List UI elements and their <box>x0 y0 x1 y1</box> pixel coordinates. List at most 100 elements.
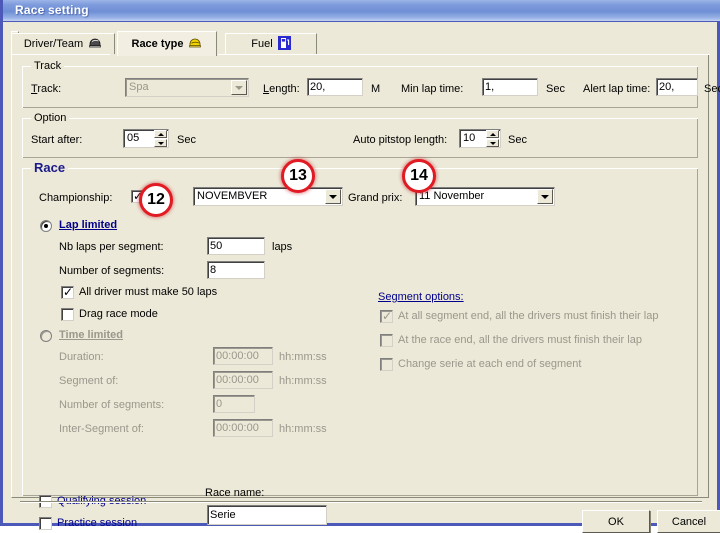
segment-of-input: 00:00:00 <box>213 371 273 389</box>
time-number-of-segments-input: 0 <box>213 395 255 413</box>
fuel-pump-icon <box>277 35 291 53</box>
nb-laps-per-segment-input[interactable]: 50 <box>207 237 265 255</box>
auto-pitstop-stepper[interactable]: 10 <box>459 129 501 148</box>
drag-race-mode-label: Drag race mode <box>79 308 158 320</box>
option-group-title: Option <box>31 112 70 124</box>
title-bar: Race setting <box>3 0 720 22</box>
duration-value: 00:00:00 <box>216 350 259 362</box>
alert-lap-time-input[interactable]: 20, <box>656 78 698 96</box>
spin-up-icon[interactable] <box>154 130 167 138</box>
segment-option-2-checkbox <box>380 358 393 371</box>
length-label: Length: <box>263 83 300 95</box>
nb-laps-unit: laps <box>272 241 293 253</box>
time-number-of-segments-value: 0 <box>216 398 223 410</box>
spin-up-icon[interactable] <box>486 130 499 138</box>
segment-of-label: Segment of: <box>59 375 119 387</box>
ok-button[interactable]: OK <box>582 510 650 533</box>
min-lap-time-value: 1, <box>485 81 495 93</box>
chevron-down-icon[interactable] <box>537 189 553 204</box>
number-of-segments-value: 8 <box>210 264 217 276</box>
nb-laps-per-segment-label: Nb laps per segment: <box>59 241 164 253</box>
start-after-stepper[interactable]: 05 <box>123 129 169 148</box>
cancel-button[interactable]: Cancel <box>657 510 720 533</box>
duration-input: 00:00:00 <box>213 347 273 365</box>
grand-prix-combo[interactable]: 11 November <box>415 187 555 206</box>
drag-race-mode-checkbox[interactable] <box>61 308 74 321</box>
chevron-down-icon[interactable] <box>231 80 247 95</box>
track-group-title: Track <box>31 60 65 72</box>
track-combo-value: Spa <box>129 81 149 93</box>
tab-fuel-label: Fuel <box>251 38 273 50</box>
spin-down-icon[interactable] <box>486 139 499 147</box>
annotation-circle-12: 12 <box>139 183 173 217</box>
min-lap-time-input[interactable]: 1, <box>482 78 538 96</box>
tab-race-type[interactable]: Race type <box>117 31 217 56</box>
championship-combo-value: NOVEMBVER <box>197 190 268 202</box>
tab-driver-team[interactable]: Driver/Team <box>11 33 115 55</box>
championship-combo[interactable]: NOVEMBVER <box>193 187 343 206</box>
annotation-circle-13: 13 <box>281 159 315 193</box>
helmet-grey-icon <box>88 36 102 52</box>
time-limited-radio[interactable] <box>40 330 52 342</box>
helmet-yellow-icon <box>188 36 202 52</box>
race-group: Race Championship: ✓ NOVEMBVER Grand pri… <box>22 160 698 530</box>
duration-label: Duration: <box>59 351 104 363</box>
time-number-of-segments-label: Number of segments: <box>59 399 165 411</box>
chevron-down-icon[interactable] <box>325 189 341 204</box>
annotation-circle-14-number: 14 <box>410 167 428 184</box>
start-after-spin-buttons[interactable] <box>154 130 167 147</box>
start-after-unit: Sec <box>177 134 196 146</box>
race-group-title: Race <box>31 160 69 175</box>
all-driver-must-make-laps-label: All driver must make 50 laps <box>79 286 218 298</box>
alert-lap-time-value: 20, <box>659 81 675 93</box>
segment-of-value: 00:00:00 <box>216 374 259 386</box>
panel-top-edge-right <box>218 54 710 55</box>
radio-dot-icon <box>44 224 48 228</box>
inter-segment-of-unit: hh:mm:ss <box>279 423 327 435</box>
annotation-circle-13-number: 13 <box>289 167 307 184</box>
inter-segment-of-label: Inter-Segment of: <box>59 423 144 435</box>
segment-option-0-label: At all segment end, all the drivers must… <box>398 310 659 322</box>
number-of-segments-input[interactable]: 8 <box>207 261 265 279</box>
lap-limited-label[interactable]: Lap limited <box>59 219 117 231</box>
time-limited-label[interactable]: Time limited <box>59 329 123 341</box>
championship-label: Championship: <box>39 192 113 204</box>
inter-segment-of-value: 00:00:00 <box>216 422 259 434</box>
auto-pitstop-unit: Sec <box>508 134 527 146</box>
length-value: 20, <box>310 81 326 93</box>
track-group: Track Track: Spa Length: 20, M Min lap t… <box>22 60 720 108</box>
segment-option-0-checkbox: ✓ <box>380 310 393 323</box>
grand-prix-label: Grand prix: <box>348 192 403 204</box>
annotation-circle-12-number: 12 <box>147 191 165 208</box>
number-of-segments-label: Number of segments: <box>59 265 165 277</box>
race-type-panel: Track Track: Spa Length: 20, M Min lap t… <box>11 54 720 533</box>
option-group: Option Start after: 05 Sec Auto pitstop … <box>22 112 698 158</box>
segment-options-title: Segment options: <box>378 291 464 303</box>
alert-lap-time-unit: Sec <box>704 83 720 95</box>
grand-prix-combo-value: 11 November <box>419 190 485 202</box>
duration-unit: hh:mm:ss <box>279 351 327 363</box>
alert-lap-time-label: Alert lap time: <box>583 83 651 95</box>
race-name-label: Race name: <box>205 487 265 499</box>
auto-pitstop-value: 10 <box>463 132 476 144</box>
segment-option-2-label: Change serie at each end of segment <box>398 358 582 370</box>
checkmark-icon: ✓ <box>63 285 74 299</box>
track-combo[interactable]: Spa <box>125 78 249 97</box>
start-after-label: Start after: <box>31 134 83 146</box>
segment-of-unit: hh:mm:ss <box>279 375 327 387</box>
race-name-input[interactable]: Serie <box>207 505 327 525</box>
min-lap-time-label: Min lap time: <box>401 83 464 95</box>
panel-top-edge-left <box>12 54 110 55</box>
race-setting-dialog: Race setting Driver/Team Race type Fuel … <box>0 0 720 533</box>
tab-strip: Driver/Team Race type Fuel <box>11 31 709 56</box>
length-input[interactable]: 20, <box>307 78 363 96</box>
segment-option-1-checkbox <box>380 334 393 347</box>
tab-fuel[interactable]: Fuel <box>225 33 317 55</box>
auto-pitstop-spin-buttons[interactable] <box>486 130 499 147</box>
checkmark-icon: ✓ <box>382 309 393 323</box>
practice-session-checkbox[interactable] <box>39 517 52 530</box>
start-after-value: 05 <box>127 132 140 144</box>
lap-limited-radio[interactable] <box>40 220 52 232</box>
spin-down-icon[interactable] <box>154 139 167 147</box>
all-driver-must-make-laps-checkbox[interactable]: ✓ <box>61 286 74 299</box>
